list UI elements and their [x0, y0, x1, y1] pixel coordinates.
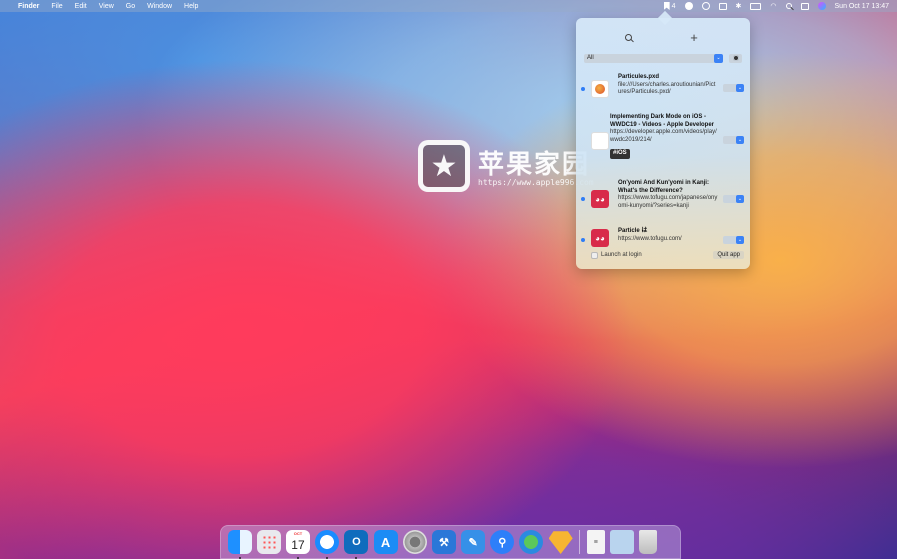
- tofugu-icon: ◕◕: [591, 190, 609, 208]
- bookmark-icon: [663, 2, 670, 10]
- safari-icon[interactable]: [315, 530, 340, 559]
- record-icon: [701, 2, 710, 10]
- app-store-icon[interactable]: A: [373, 530, 398, 554]
- document-icon[interactable]: ≡: [586, 530, 605, 554]
- tag-badge[interactable]: #iOS: [610, 149, 630, 159]
- search-icon[interactable]: [785, 3, 792, 9]
- item-menu-button[interactable]: ⌄: [723, 136, 744, 144]
- menu-go[interactable]: Go: [126, 3, 135, 10]
- battery-icon[interactable]: [750, 2, 762, 10]
- system-preferences-icon[interactable]: [402, 530, 427, 554]
- menu-edit[interactable]: Edit: [75, 3, 87, 10]
- item-subtitle: file:///Users/charles.aroutiounian/Pictu…: [618, 81, 716, 96]
- outlook-icon[interactable]: O: [344, 530, 369, 559]
- wifi-icon[interactable]: ◠: [770, 2, 776, 10]
- item-text: Implementing Dark Mode on iOS - WWDC19 -…: [610, 114, 720, 159]
- circle-icon: [684, 2, 693, 10]
- developer-tool-icon[interactable]: ✎: [461, 530, 486, 554]
- launch-at-login-checkbox[interactable]: [591, 251, 598, 259]
- item-subtitle: https://www.tofugu.com/: [618, 235, 682, 242]
- apple-icon: [591, 132, 609, 150]
- siri-icon[interactable]: [817, 2, 826, 10]
- status-area: 4 ✱ ◠ Sun Oct 17 13:47: [663, 2, 889, 10]
- item-title: Particules.pxd: [618, 74, 660, 80]
- unread-dot: [581, 87, 585, 91]
- calendar-day: 17: [291, 537, 305, 552]
- bookmarks-popover: + All ⌄ Particules.pxd file:///Users/cha…: [576, 18, 750, 269]
- item-text: Particules.pxd file:///Users/charles.aro…: [618, 74, 718, 97]
- input-source-status-item[interactable]: [718, 2, 727, 10]
- keyboard-a-icon: [718, 2, 727, 10]
- list-item[interactable]: ◕◕ On'yomi And Kun'yomi in Kanji: What's…: [576, 180, 750, 218]
- search-button[interactable]: [621, 30, 635, 44]
- item-menu-button[interactable]: ⌄: [723, 195, 744, 203]
- chevron-down-icon: ⌄: [736, 195, 744, 203]
- bluetooth-icon[interactable]: ✱: [736, 2, 742, 10]
- item-subtitle: https://www.tofugu.com/japanese/onyomi-k…: [618, 195, 718, 209]
- record-status-item[interactable]: [701, 2, 710, 10]
- list-item[interactable]: Particules.pxd file:///Users/charles.aro…: [576, 74, 750, 104]
- plus-icon: +: [690, 29, 698, 45]
- item-menu-button[interactable]: ⌄: [723, 84, 744, 92]
- settings-button[interactable]: [729, 53, 742, 63]
- calendar-icon[interactable]: OCT 17: [285, 530, 310, 559]
- search-icon: [624, 33, 632, 41]
- unread-dot: [581, 197, 585, 201]
- item-title: Implementing Dark Mode on iOS - WWDC19 -…: [610, 114, 715, 128]
- item-menu-button[interactable]: ⌄: [723, 236, 744, 244]
- clock[interactable]: Sun Oct 17 13:47: [835, 3, 889, 10]
- menu-window[interactable]: Window: [147, 3, 172, 10]
- filter-select[interactable]: All ⌄: [584, 53, 723, 63]
- item-title: Particle は: [618, 228, 648, 234]
- filter-value: All: [587, 55, 594, 61]
- folder-icon[interactable]: [610, 530, 635, 554]
- sketch-icon[interactable]: [548, 531, 573, 554]
- list-item[interactable]: Implementing Dark Mode on iOS - WWDC19 -…: [576, 114, 750, 170]
- maps-pin-icon[interactable]: ⚲: [490, 530, 515, 554]
- chevron-down-icon: ⌄: [736, 236, 744, 244]
- item-text: Particle は https://www.tofugu.com/: [618, 228, 718, 243]
- trash-icon[interactable]: [639, 530, 658, 554]
- menu-finder[interactable]: Finder: [18, 3, 39, 10]
- control-center-icon[interactable]: [800, 2, 809, 10]
- xcode-icon[interactable]: ⚒: [431, 530, 456, 554]
- chevron-down-icon: ⌄: [736, 136, 744, 144]
- chevron-down-icon: ⌄: [736, 84, 744, 92]
- circle-status-item[interactable]: [684, 2, 693, 10]
- filter-row: All ⌄: [584, 53, 742, 63]
- pixelmator-icon: [591, 80, 609, 98]
- bookmark-count: 4: [671, 2, 676, 10]
- popover-toolbar: +: [576, 29, 750, 45]
- watermark-text: 苹果家园: [478, 150, 591, 180]
- dock-separator: [579, 530, 581, 554]
- gear-icon: [732, 55, 739, 61]
- popover-footer: Launch at login Quit app: [591, 250, 744, 260]
- item-title: On'yomi And Kun'yomi in Kanji: What's th…: [618, 180, 709, 194]
- add-button[interactable]: +: [687, 29, 701, 45]
- launch-at-login-label: Launch at login: [601, 252, 642, 258]
- menu-bar: Finder File Edit View Go Window Help 4 ✱…: [0, 0, 897, 12]
- globe-icon[interactable]: [519, 530, 544, 554]
- watermark-star-icon: ★: [418, 140, 470, 192]
- launchpad-icon[interactable]: [256, 530, 281, 554]
- unread-dot: [581, 238, 585, 242]
- menu-view[interactable]: View: [99, 3, 114, 10]
- quit-button[interactable]: Quit app: [713, 251, 744, 259]
- list-item[interactable]: ◕◕ Particle は https://www.tofugu.com/ ⌄: [576, 228, 750, 248]
- item-subtitle: https://developer.apple.com/videos/play/…: [610, 129, 717, 143]
- finder-icon[interactable]: [227, 530, 252, 559]
- calendar-month: OCT: [293, 531, 303, 536]
- bookmark-status-item[interactable]: 4: [663, 2, 676, 10]
- chevron-down-icon: ⌄: [714, 53, 723, 63]
- item-text: On'yomi And Kun'yomi in Kanji: What's th…: [618, 180, 718, 210]
- dock: OCT 17 O A ⚒ ✎ ⚲ ≡: [220, 525, 681, 559]
- tofugu-icon: ◕◕: [591, 229, 609, 247]
- menu-help[interactable]: Help: [184, 3, 198, 10]
- menu-file[interactable]: File: [51, 3, 62, 10]
